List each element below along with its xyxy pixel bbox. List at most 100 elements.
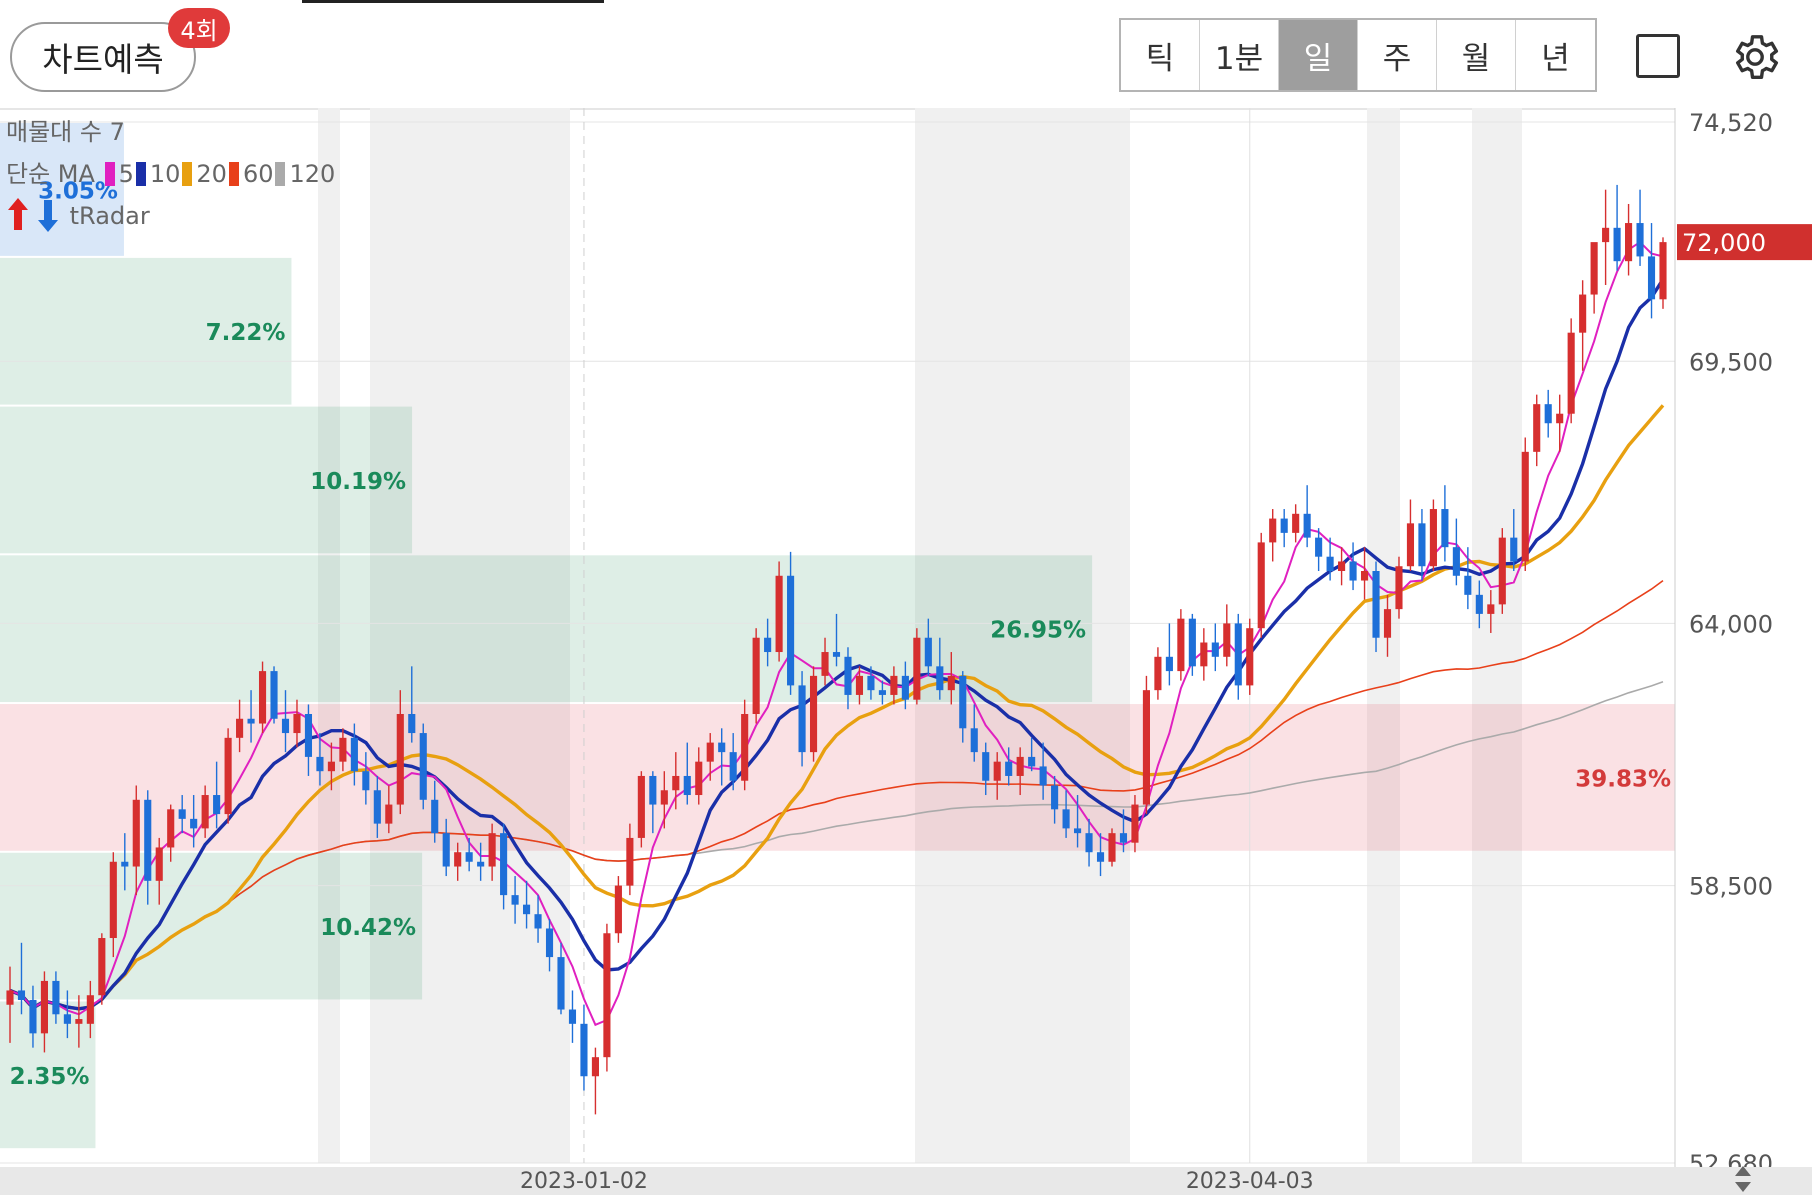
- candle-body: [1028, 756, 1036, 767]
- candle-body: [580, 1023, 588, 1077]
- candle-body: [591, 1057, 599, 1077]
- candle-body: [936, 666, 944, 691]
- predict-count-badge: 4회: [168, 8, 230, 48]
- candle: [603, 923, 611, 1072]
- candle-body: [1016, 756, 1024, 776]
- ma-20-label: 20: [196, 160, 227, 188]
- candle-body: [1246, 628, 1254, 686]
- candle: [270, 666, 278, 724]
- candle: [1418, 509, 1426, 581]
- candle: [752, 628, 760, 724]
- candle-body: [350, 737, 358, 772]
- candle-body: [1383, 609, 1392, 638]
- candle: [1579, 280, 1587, 371]
- candle-body: [190, 818, 198, 829]
- volume-profile-legend: 매물대 수 7: [6, 118, 125, 146]
- candle-body: [1452, 547, 1460, 576]
- candle-body: [247, 718, 255, 724]
- candle-body: [557, 957, 565, 1010]
- candle-body: [764, 637, 772, 653]
- candle: [1429, 499, 1437, 572]
- candle-body: [109, 861, 117, 939]
- candle-body: [683, 775, 691, 796]
- candle: [1303, 485, 1311, 548]
- candle: [224, 728, 232, 824]
- candle-body: [1119, 833, 1128, 843]
- price-tick-label: 69,500: [1689, 348, 1773, 376]
- candle-body: [901, 675, 909, 700]
- ma-10-swatch: [135, 162, 146, 186]
- candle-body: [1315, 537, 1323, 557]
- candle-body: [1510, 537, 1518, 562]
- candle-body: [1602, 227, 1610, 243]
- candle-body: [729, 752, 737, 781]
- price-axis-panel: [1675, 108, 1812, 1195]
- date-axis-panel: [0, 1167, 1812, 1195]
- candle: [1280, 509, 1288, 548]
- tradar-label: tRadar: [69, 202, 150, 230]
- candle-body: [809, 675, 818, 753]
- candle-body: [408, 713, 416, 734]
- fullscreen-icon[interactable]: [1636, 34, 1680, 78]
- candle: [1349, 542, 1357, 591]
- candle-body: [167, 809, 175, 848]
- ma-5-label: 5: [118, 160, 134, 188]
- candle-body: [844, 656, 852, 695]
- candle-body: [1487, 604, 1495, 614]
- period-month-button[interactable]: 월: [1437, 20, 1516, 90]
- period-day-button[interactable]: 일: [1279, 20, 1358, 90]
- candle: [591, 1047, 599, 1115]
- candle-body: [63, 1014, 71, 1024]
- candle-body: [1096, 852, 1105, 862]
- period-year-button[interactable]: 년: [1516, 20, 1595, 90]
- holiday-band: [1472, 108, 1522, 1163]
- candle-body: [878, 690, 886, 695]
- candle: [1521, 437, 1529, 572]
- candle-body: [993, 761, 1001, 781]
- candle: [1647, 223, 1656, 319]
- candle-body: [534, 914, 542, 929]
- candle-body: [1372, 571, 1380, 638]
- candle-body: [1349, 561, 1357, 581]
- candle-body: [1074, 828, 1082, 834]
- candle-body: [1395, 566, 1403, 610]
- candle-body: [924, 637, 932, 667]
- period-tick-button[interactable]: 틱: [1121, 20, 1200, 90]
- candle-body: [293, 713, 301, 734]
- candle: [637, 771, 645, 848]
- candle-body: [327, 761, 335, 772]
- candle-body: [1326, 556, 1334, 572]
- period-1min-button[interactable]: 1분: [1200, 20, 1279, 90]
- date-tick-label: 2023-01-02: [520, 1169, 648, 1194]
- candle-body: [1131, 804, 1139, 843]
- candle: [258, 661, 267, 734]
- candle-body: [695, 761, 703, 796]
- period-week-button[interactable]: 주: [1358, 20, 1437, 90]
- candle-body: [752, 637, 760, 714]
- candle-body: [1292, 513, 1300, 533]
- candle-body: [1142, 690, 1150, 805]
- candle-body: [86, 995, 94, 1024]
- candle-body: [488, 833, 496, 867]
- candle-body: [1406, 523, 1415, 567]
- ma-120-label: 120: [289, 160, 336, 188]
- candle-body: [132, 799, 140, 867]
- candle-body: [419, 733, 427, 800]
- ma-60-swatch: [228, 162, 239, 186]
- candle-body: [1613, 227, 1621, 262]
- candle-body: [500, 833, 508, 896]
- candle-body: [660, 790, 668, 805]
- candle-body: [787, 575, 795, 686]
- candlestick-chart[interactable]: 74,52069,50064,00058,50052,68072,0002023…: [0, 108, 1812, 1195]
- candle: [1452, 518, 1460, 586]
- candle-body: [970, 728, 978, 753]
- gear-icon[interactable]: [1728, 30, 1782, 84]
- candle-body: [1625, 223, 1633, 262]
- candle-body: [775, 575, 783, 653]
- scroll-arrows-icon[interactable]: [1733, 1164, 1753, 1194]
- candle-body: [1441, 509, 1449, 548]
- candle: [1211, 623, 1219, 672]
- candle-body: [477, 861, 485, 867]
- active-tab-indicator: [302, 0, 604, 3]
- candle-body: [396, 713, 404, 805]
